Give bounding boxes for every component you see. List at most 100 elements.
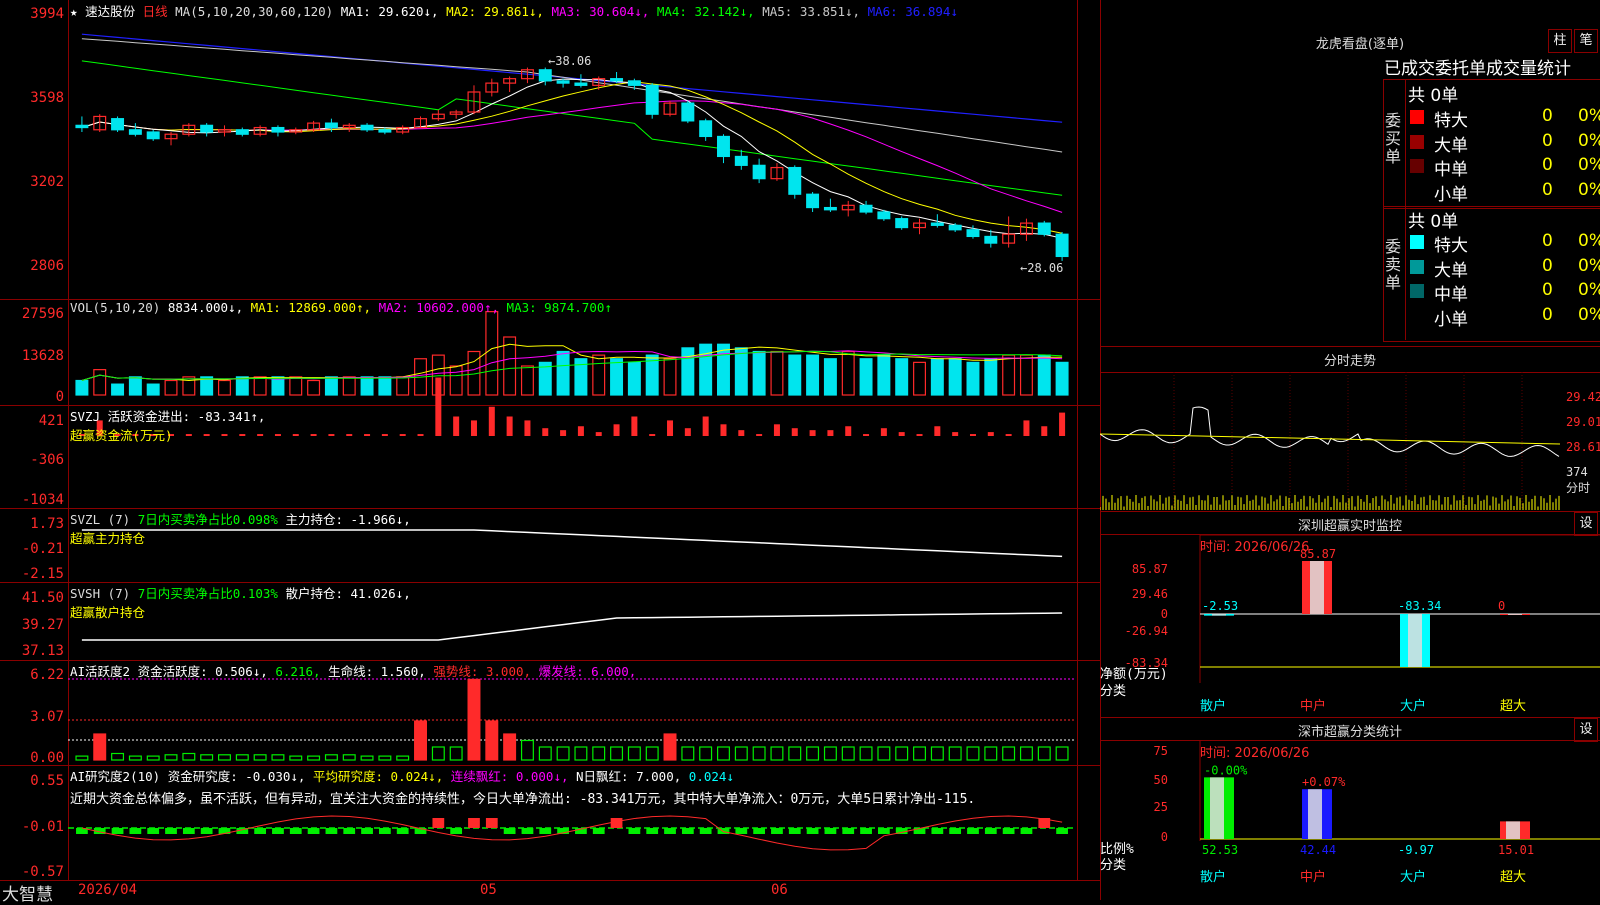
classify-top-line	[1100, 717, 1600, 718]
vol-prefix: VOL(5,10,20)	[70, 300, 161, 315]
volume-bar	[556, 350, 570, 396]
fund-bar-up	[684, 428, 691, 436]
fund-bar-up	[577, 426, 584, 436]
ai1-d: 强势线: 3.000,	[433, 664, 532, 679]
ma1-line	[81, 78, 1063, 239]
research-bar	[735, 828, 748, 834]
fund-bar-up	[524, 420, 531, 436]
classify-axis-tick: 25	[1154, 800, 1168, 814]
volume-bar	[877, 354, 891, 396]
intraday-chart[interactable]	[1100, 372, 1565, 510]
monitor-top-line	[1100, 511, 1600, 512]
activity-bar	[966, 746, 980, 761]
fund-bar-up	[827, 430, 834, 436]
lhb-swatch	[1410, 134, 1424, 149]
activity-bar	[111, 752, 125, 761]
ai1-tick: 6.22	[30, 667, 64, 683]
volume-bar	[485, 311, 499, 396]
activity-bar	[699, 746, 713, 761]
lhb-pct: 0%	[1578, 155, 1600, 175]
research-bar	[931, 828, 944, 834]
volume-bar	[1019, 354, 1033, 396]
research-bar	[147, 828, 160, 834]
candle-body	[75, 124, 89, 129]
research-bar	[699, 828, 712, 834]
monitor-settings-button[interactable]: 设	[1574, 512, 1598, 536]
activity-bar	[806, 746, 820, 761]
volume-bar	[592, 354, 606, 396]
monitor-category: 超大	[1500, 699, 1526, 714]
volume-bar	[75, 379, 89, 396]
activity-bar	[663, 733, 677, 761]
research-bar	[182, 828, 195, 834]
price-tick: 3994	[30, 6, 64, 22]
activity-bar	[93, 733, 107, 761]
intraday-tick: 29.42	[1566, 390, 1600, 404]
fund-bar-up	[1005, 434, 1012, 436]
classify-xlabel: 分类	[1100, 858, 1126, 873]
volume-bar	[360, 376, 374, 396]
detail-view-button[interactable]: 笔	[1574, 29, 1598, 53]
svzj-tick: -306	[30, 452, 64, 468]
svsh-line2: 超赢散户持仓	[70, 605, 146, 620]
lhb-swatch	[1410, 159, 1424, 173]
svzl-prefix: SVZL (7)	[70, 512, 131, 527]
volume-bar	[752, 350, 766, 396]
fund-bar-up	[649, 434, 656, 436]
monitor-axis-tick: 0	[1161, 607, 1168, 621]
candle-body	[806, 193, 820, 209]
volume-bar	[610, 358, 624, 396]
research-bar	[289, 828, 302, 834]
research-bar	[949, 828, 962, 834]
activity-bar	[734, 746, 748, 761]
date-axis: 2026/04 05 06	[68, 881, 1076, 900]
lhb-swatch	[1410, 110, 1424, 124]
classify-category: 中户	[1300, 869, 1326, 885]
lhb-row: 小单 0 0%	[1410, 304, 1600, 330]
sell-total: 共 0单	[1408, 212, 1459, 232]
lhb-label: 小单	[1434, 184, 1468, 205]
fund-bar-up	[488, 406, 495, 436]
classify-bar-highlight	[1308, 789, 1322, 839]
volume-bar	[93, 369, 107, 396]
classify-bar-highlight	[1210, 777, 1224, 839]
fund-bar-up	[631, 416, 638, 436]
vol-ma3: MA3: 9874.700↑	[506, 300, 612, 315]
activity-bar	[289, 755, 303, 761]
fund-bar-up	[1041, 426, 1048, 436]
candle-body	[128, 129, 142, 135]
lhb-label: 大单	[1434, 135, 1468, 156]
activity-bar	[1055, 746, 1069, 761]
lhb-pct: 0%	[1578, 304, 1600, 325]
research-bar	[450, 828, 463, 834]
activity-bar	[520, 739, 534, 761]
research-bar	[771, 828, 783, 834]
lhb-count: 0	[1542, 231, 1553, 251]
volume-bar	[111, 383, 125, 396]
fund-bar-up	[274, 434, 281, 436]
research-bar	[503, 828, 516, 834]
fund-bar-up	[667, 420, 674, 436]
candle-body	[610, 78, 624, 82]
svsh-desc: 7日内买卖净占比0.103%	[137, 586, 278, 601]
classify-settings-button[interactable]: 设	[1574, 718, 1598, 742]
activity-bar	[930, 746, 944, 761]
classify-title: 深市超赢分类统计	[1297, 725, 1402, 740]
low-annotation: ←28.06	[1020, 261, 1064, 275]
research-bar	[1056, 828, 1068, 834]
classify-axis-tick: 50	[1154, 773, 1168, 787]
monitor-axis-tick: 85.87	[1132, 562, 1168, 576]
lhb-subtitle: 已成交委托单成交量统计	[1384, 59, 1571, 79]
volume-bar	[218, 379, 231, 396]
classify-value-label: -9.97	[1398, 843, 1434, 857]
volume-bar	[717, 343, 730, 396]
research-bar	[165, 828, 177, 834]
column-view-button[interactable]: 柱	[1548, 29, 1572, 53]
lhb-pct: 0%	[1578, 130, 1600, 151]
vol-ma2: MA2: 10602.000↑,	[378, 300, 500, 315]
vol-header: VOL(5,10,20) 8834.000↓, MA1: 12869.000↑,…	[70, 300, 612, 315]
activity-bar	[182, 752, 196, 761]
svzj-line1: SVZJ 活跃资金进出: -83.341↑,	[70, 409, 266, 424]
activity-bar	[610, 746, 624, 761]
activity-bar	[538, 746, 552, 761]
